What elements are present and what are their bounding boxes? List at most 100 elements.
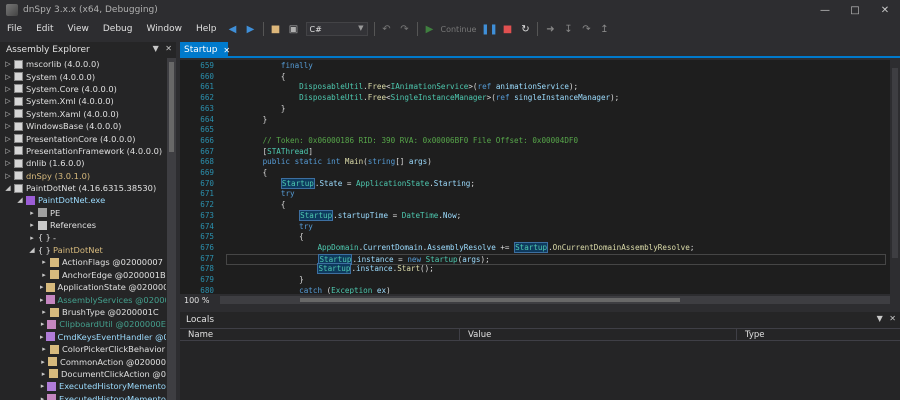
close-tab-icon[interactable]: ✕ — [223, 46, 230, 55]
tree-item[interactable]: ▸ References — [0, 219, 166, 231]
editor-scrollbar-thumb[interactable] — [892, 68, 898, 258]
tree-item[interactable]: ▷ PresentationCore (4.0.0.0) — [0, 132, 166, 144]
tree-item[interactable]: ▷ WindowsBase (4.0.0.0) — [0, 120, 166, 132]
tree-item[interactable]: ▸ ApplicationState @020000 — [0, 281, 166, 293]
collapsed-arrow-icon[interactable]: ▸ — [40, 283, 44, 291]
collapsed-arrow-icon[interactable]: ▸ — [40, 358, 46, 366]
open-folder-icon[interactable]: ■ — [268, 21, 284, 37]
collapsed-arrow-icon[interactable]: ▷ — [4, 110, 12, 118]
code-line[interactable]: Startup.instance.Start(); — [226, 263, 886, 275]
collapsed-arrow-icon[interactable]: ▷ — [4, 60, 12, 68]
tree-item[interactable]: ◢{ } PaintDotNet — [0, 244, 166, 256]
explorer-scrollbar[interactable] — [167, 58, 176, 400]
code-line[interactable]: { — [226, 232, 886, 243]
tree-item[interactable]: ▸ CommonAction @020000 — [0, 355, 166, 367]
tree-item[interactable]: ▷ mscorlib (4.0.0.0) — [0, 58, 166, 70]
continue-icon[interactable]: ▶ — [422, 21, 438, 37]
tree-item[interactable]: ▸ ActionFlags @02000007 — [0, 256, 166, 268]
tree-item[interactable]: ▸ DocumentClickAction @0 — [0, 368, 166, 380]
collapsed-arrow-icon[interactable]: ▷ — [4, 73, 12, 81]
tree-item[interactable]: ▸ ClipboardUtil @0200000E — [0, 318, 166, 330]
menu-view[interactable]: View — [61, 24, 96, 34]
editor-vertical-scrollbar[interactable] — [890, 60, 900, 294]
collapsed-arrow-icon[interactable]: ▸ — [28, 234, 36, 242]
tab-startup[interactable]: Startup ✕ — [180, 42, 230, 58]
tree-item[interactable]: ◢ PaintDotNet (4.16.6315.38530) — [0, 182, 166, 194]
expanded-arrow-icon[interactable]: ◢ — [16, 196, 24, 204]
language-select[interactable]: C# ▼ — [305, 22, 368, 36]
tree-item[interactable]: ▸ ColorPickerClickBehavior — [0, 343, 166, 355]
minimize-button[interactable]: — — [810, 0, 840, 20]
tree-item[interactable]: ▷ dnlib (1.6.0.0) — [0, 157, 166, 169]
redo-icon[interactable]: ↷ — [397, 21, 413, 37]
expanded-arrow-icon[interactable]: ◢ — [4, 184, 12, 192]
collapsed-arrow-icon[interactable]: ▷ — [4, 85, 12, 93]
menu-file[interactable]: File — [0, 24, 29, 34]
code-line[interactable]: try — [226, 189, 886, 200]
collapsed-arrow-icon[interactable]: ▷ — [4, 172, 12, 180]
collapsed-arrow-icon[interactable]: ▸ — [40, 370, 47, 378]
tree-item[interactable]: ▸ PE — [0, 207, 166, 219]
tree-item[interactable]: ▸ BrushType @0200001C — [0, 306, 166, 318]
tree-item[interactable]: ▸{ } - — [0, 231, 166, 243]
code-line[interactable]: Startup.State = ApplicationState.Startin… — [226, 177, 886, 190]
code-line[interactable]: public static int Main(string[] args) — [226, 157, 886, 168]
collapsed-arrow-icon[interactable]: ▸ — [40, 345, 48, 353]
code-line[interactable]: AppDomain.CurrentDomain.AssemblyResolve … — [226, 241, 886, 254]
tree-item[interactable]: ▷ dnSpy (3.0.1.0) — [0, 170, 166, 182]
column-name[interactable]: Name — [180, 329, 460, 341]
locals-list[interactable] — [180, 342, 900, 400]
code-line[interactable]: // Token: 0x06000186 RID: 390 RVA: 0x000… — [226, 136, 886, 147]
close-pane-icon[interactable]: ✕ — [889, 314, 896, 323]
collapsed-arrow-icon[interactable]: ▸ — [40, 308, 48, 316]
collapsed-arrow-icon[interactable]: ▸ — [28, 209, 36, 217]
collapsed-arrow-icon[interactable]: ▸ — [40, 258, 48, 266]
code-line[interactable]: finally — [226, 61, 886, 72]
continue-label[interactable]: Continue — [441, 25, 477, 34]
collapsed-arrow-icon[interactable]: ▸ — [40, 320, 45, 328]
collapsed-arrow-icon[interactable]: ▸ — [28, 221, 36, 229]
tree-item[interactable]: ▸ ExecutedHistoryMemento — [0, 380, 166, 392]
code-line[interactable]: } — [226, 115, 886, 126]
tree-item[interactable]: ▷ System.Core (4.0.0.0) — [0, 83, 166, 95]
menu-help[interactable]: Help — [189, 24, 224, 34]
tree-item[interactable]: ▷ PresentationFramework (4.0.0.0) — [0, 145, 166, 157]
column-value[interactable]: Value — [460, 329, 737, 341]
collapsed-arrow-icon[interactable]: ▷ — [4, 97, 12, 105]
undo-icon[interactable]: ↶ — [379, 21, 395, 37]
code-line[interactable]: [STAThread] — [226, 147, 886, 158]
menu-debug[interactable]: Debug — [96, 24, 140, 34]
tree-item[interactable]: ▷ System (4.0.0.0) — [0, 70, 166, 82]
pane-menu-icon[interactable]: ▼ — [877, 314, 883, 323]
collapsed-arrow-icon[interactable]: ▸ — [40, 382, 45, 390]
editor-horizontal-scrollbar[interactable] — [220, 296, 890, 304]
zoom-level[interactable]: 100 % — [180, 295, 216, 305]
show-next-statement-icon[interactable]: ➜ — [542, 21, 558, 37]
code-line[interactable] — [226, 125, 886, 136]
editor-hscroll-thumb[interactable] — [300, 298, 680, 302]
navigate-forward-icon[interactable]: ▶ — [243, 21, 259, 37]
pane-menu-icon[interactable]: ▼ — [153, 44, 159, 53]
code-text[interactable]: finally { DisposableUtil.Free<IAnimation… — [226, 60, 886, 294]
collapsed-arrow-icon[interactable]: ▷ — [4, 135, 12, 143]
navigate-back-icon[interactable]: ◀ — [225, 21, 241, 37]
collapsed-arrow-icon[interactable]: ▸ — [40, 395, 45, 400]
code-line[interactable]: } — [226, 275, 886, 286]
code-line[interactable]: } — [226, 104, 886, 115]
menu-edit[interactable]: Edit — [29, 24, 60, 34]
step-over-icon[interactable]: ↷ — [578, 21, 594, 37]
code-line[interactable]: try — [226, 222, 886, 233]
break-all-icon[interactable]: ❚❚ — [481, 21, 498, 37]
collapsed-arrow-icon[interactable]: ▸ — [40, 271, 48, 279]
maximize-button[interactable]: □ — [840, 0, 870, 20]
tree-item[interactable]: ▸ ExecutedHistoryMemento — [0, 393, 166, 400]
save-all-icon[interactable]: ▣ — [286, 21, 302, 37]
step-into-icon[interactable]: ↧ — [560, 21, 576, 37]
tree-item[interactable]: ▷ System.Xaml (4.0.0.0) — [0, 108, 166, 120]
menu-window[interactable]: Window — [139, 24, 189, 34]
collapsed-arrow-icon[interactable]: ▸ — [40, 296, 44, 304]
code-line[interactable]: { — [226, 72, 886, 83]
close-pane-icon[interactable]: ✕ — [165, 44, 172, 53]
code-editor[interactable]: 659 660 661 662 663 664 665 666 667 668 669 670 671 6… — [180, 60, 900, 294]
tree-item[interactable]: ◢ PaintDotNet.exe — [0, 194, 166, 206]
